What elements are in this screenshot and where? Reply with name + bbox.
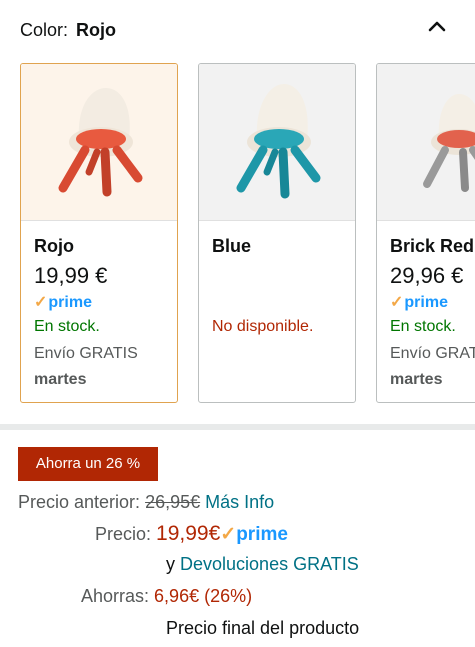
prime-check-icon: ✓: [34, 294, 48, 311]
availability-status: En stock.: [34, 318, 100, 335]
product-image-blue: [199, 64, 355, 220]
variant-name: Rojo: [34, 236, 74, 256]
previous-price: 26,95€: [145, 492, 201, 512]
variant-name: Brick Red: [390, 236, 475, 256]
prime-badge: ✓prime: [220, 524, 288, 545]
chevron-up-icon[interactable]: [425, 16, 449, 36]
price-row: Precio: 19,99€✓prime: [95, 522, 288, 547]
returns-row: y Devoluciones GRATIS: [166, 552, 359, 576]
prime-label: prime: [404, 294, 448, 311]
previous-price-row: Precio anterior: 26,95€ Más Info: [18, 490, 274, 514]
prime-badge: ✓prime: [390, 292, 448, 312]
shipping-info: Envío GRATIS: [34, 345, 138, 362]
variant-card-blue[interactable]: Blue No disponible.: [198, 63, 356, 403]
section-divider: [0, 424, 475, 430]
prime-label: prime: [48, 294, 92, 311]
product-image-brick-red: [377, 64, 475, 220]
variant-card-rojo[interactable]: Rojo 19,99 € ✓prime En stock. Envío GRAT…: [20, 63, 178, 403]
selected-color-value: Rojo: [76, 20, 117, 40]
savings-row: Ahorras: 6,96€ (26%): [81, 584, 252, 608]
prime-badge: ✓prime: [34, 292, 92, 312]
current-price: 19,99€: [156, 522, 221, 545]
delivery-day: martes: [34, 371, 87, 388]
color-label: Color:: [20, 20, 69, 40]
product-image-rojo: [21, 64, 177, 220]
previous-price-label: Precio anterior:: [18, 492, 141, 512]
variant-name: Blue: [212, 236, 252, 256]
availability-status: No disponible.: [212, 318, 314, 335]
prime-check-icon: ✓: [220, 524, 237, 545]
delivery-day: martes: [390, 371, 443, 388]
variant-price: 19,99 €: [34, 263, 108, 288]
final-price-note: Precio final del producto: [166, 618, 360, 638]
price-label: Precio:: [95, 524, 152, 544]
savings-label: Ahorras:: [81, 586, 150, 606]
variant-price: 29,96 €: [390, 263, 464, 288]
savings-amount: 6,96€ (26%): [154, 586, 253, 606]
availability-status: En stock.: [390, 318, 456, 335]
returns-prefix: y: [166, 554, 175, 574]
color-selector-header: Color: Rojo: [20, 18, 116, 42]
savings-badge: Ahorra un 26 %: [18, 447, 158, 481]
more-info-link[interactable]: Más Info: [205, 492, 274, 512]
variant-card-brick-red[interactable]: Brick Red 29,96 € ✓prime En stock. Envío…: [376, 63, 475, 403]
shipping-info: Envío GRATIS: [390, 345, 475, 362]
prime-label: prime: [236, 524, 288, 545]
prime-check-icon: ✓: [390, 294, 404, 311]
free-returns-link[interactable]: Devoluciones GRATIS: [180, 554, 359, 574]
